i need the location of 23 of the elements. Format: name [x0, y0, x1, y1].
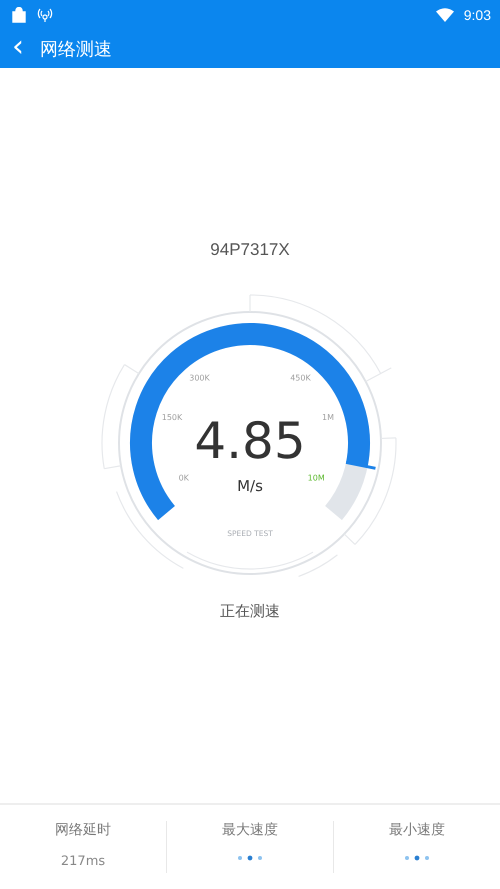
scale-label: 1M	[322, 412, 334, 422]
clock: 9:03	[464, 7, 491, 23]
scale-label: 10M	[308, 473, 325, 482]
stat-label: 网络延时	[55, 821, 111, 839]
stat-label: 最大速度	[222, 821, 278, 839]
scale-label: 450K	[290, 374, 311, 383]
hotspot-icon	[37, 8, 53, 22]
stat-label: 最小速度	[389, 821, 445, 839]
loading-dots-icon	[237, 855, 263, 861]
wifi-icon	[436, 8, 454, 22]
speed-unit: M/s	[237, 477, 263, 495]
bag-icon	[11, 7, 27, 23]
loading-dots-icon	[404, 855, 430, 861]
back-button[interactable]: ‹	[0, 32, 34, 66]
speed-value: 4.85	[194, 412, 306, 470]
device-name: 94P7317X	[210, 240, 290, 260]
gauge-needle	[346, 460, 376, 470]
scale-label: 150K	[162, 412, 182, 422]
status-text: 正在测速	[220, 602, 280, 621]
page-title: 网络测速	[40, 38, 112, 61]
stat-value: 217ms	[60, 854, 106, 869]
scale-label: 0K	[178, 473, 189, 482]
scale-label: 300K	[189, 374, 210, 383]
